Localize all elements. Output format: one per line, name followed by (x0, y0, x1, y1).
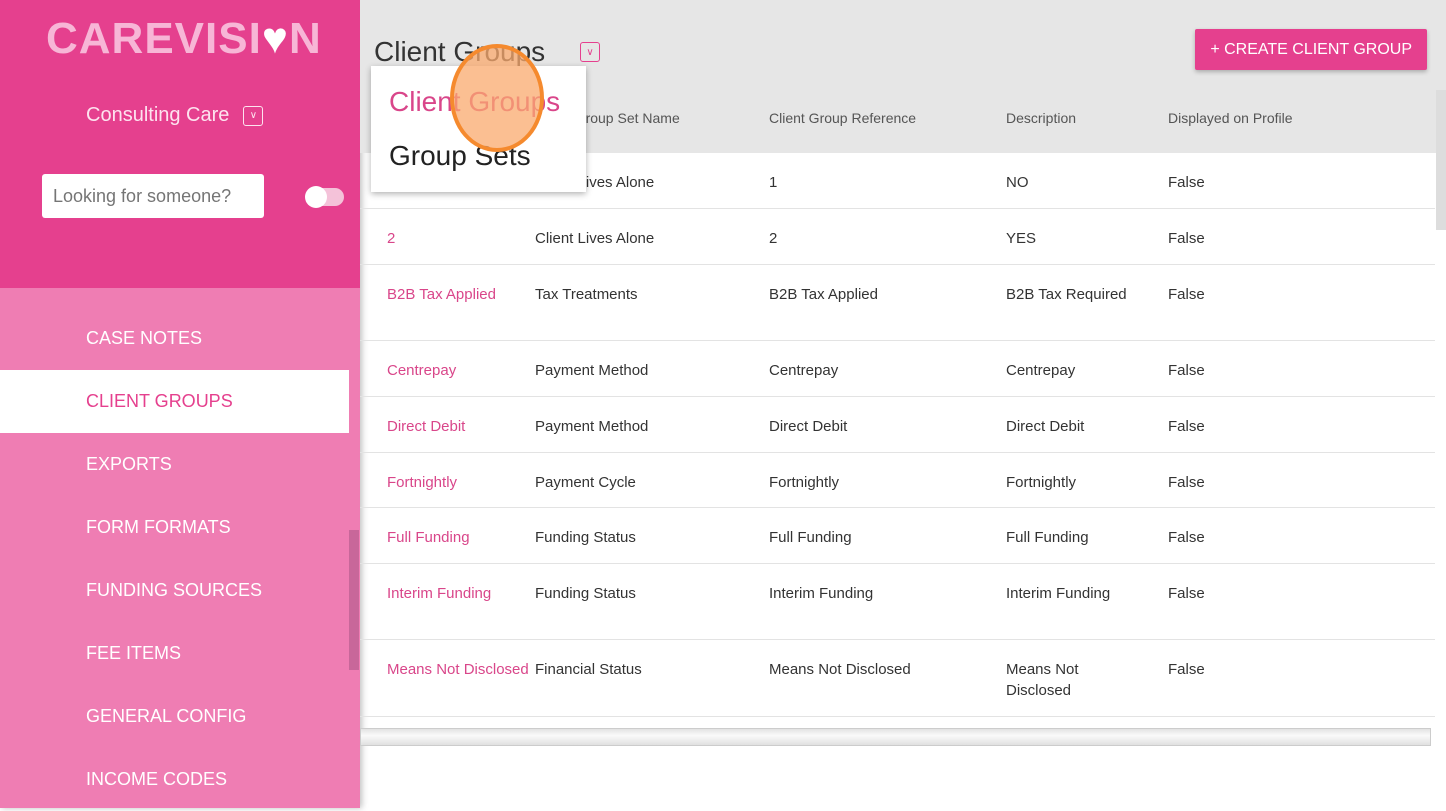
table-cell: YES (1006, 230, 1037, 247)
table-row[interactable]: Means Not Disclosed Financial Status Means… (360, 640, 1435, 717)
sidebar-item-general-config[interactable]: GENERAL CONFIG (0, 685, 349, 748)
vertical-scrollbar[interactable] (1436, 90, 1446, 230)
table-cell: Funding Status (535, 529, 636, 546)
organisation-name: Consulting Care (86, 104, 230, 126)
table-cell: Tax Treatments (535, 286, 638, 303)
column-header[interactable]: Client Group Reference (769, 110, 1006, 126)
column-header[interactable]: Description (1006, 110, 1168, 126)
table-cell: Direct Debit (1006, 418, 1085, 435)
heart-icon: ♥ (261, 14, 289, 63)
sidebar-scrollbar[interactable] (349, 530, 359, 670)
table-body: Client Lives Alone 1 NO False 2 Client Lives … (360, 153, 1446, 717)
table-cell: Direct Debit (769, 418, 848, 435)
table-row[interactable]: Full Funding Funding Status Full Funding Fu… (360, 508, 1435, 564)
table-cell: False (1168, 286, 1205, 303)
column-header[interactable]: Displayed on Profile (1168, 110, 1368, 126)
table-cell: Fortnightly (1006, 474, 1077, 491)
sidebar-item-funding-sources[interactable]: FUNDING SOURCES (0, 559, 349, 622)
table-cell: Client Lives Alone (535, 230, 655, 247)
table-row[interactable]: Interim Funding Funding Status Interim Fun… (360, 564, 1435, 640)
table-cell: False (1168, 174, 1205, 191)
search-input[interactable] (42, 174, 264, 218)
sidebar-nav: CASE NOTES CLIENT GROUPS EXPORTS FORM FO… (0, 288, 360, 811)
group-name-link[interactable]: Fortnightly (360, 472, 535, 507)
table-cell: False (1168, 230, 1205, 247)
group-name-link[interactable]: Means Not Disclosed (360, 659, 535, 716)
table-cell: Centrepay (769, 362, 839, 379)
table-cell: False (1168, 362, 1205, 379)
table-cell: B2B Tax Required (1006, 286, 1127, 303)
table-cell: Funding Status (535, 585, 636, 602)
sidebar-item-client-groups[interactable]: CLIENT GROUPS (0, 370, 349, 433)
group-name-link[interactable]: B2B Tax Applied (360, 284, 535, 340)
click-indicator (450, 44, 544, 152)
table-cell: B2B Tax Applied (769, 286, 878, 303)
table-cell: Interim Funding (769, 585, 874, 602)
table-cell: False (1168, 661, 1205, 678)
table-cell: 1 (769, 174, 778, 191)
table-cell: False (1168, 418, 1205, 435)
table-cell: Payment Cycle (535, 474, 636, 491)
sidebar-item-exports[interactable]: EXPORTS (0, 433, 349, 496)
logo: CAREVISI♥N (46, 14, 322, 63)
toggle-switch[interactable] (305, 186, 344, 208)
table-row[interactable]: Direct Debit Payment Method Direct Debit Di… (360, 397, 1435, 453)
create-client-group-button[interactable]: + CREATE CLIENT GROUP (1195, 29, 1427, 70)
sidebar-item-income-codes[interactable]: INCOME CODES (0, 748, 349, 811)
horizontal-scrollbar[interactable] (360, 728, 1431, 746)
sidebar-item-fee-items[interactable]: FEE ITEMS (0, 622, 349, 685)
table-cell: Interim Funding (1006, 585, 1111, 602)
group-name-link[interactable]: 2 (360, 228, 535, 264)
sidebar-item-form-formats[interactable]: FORM FORMATS (0, 496, 349, 559)
table-cell: Centrepay (1006, 362, 1076, 379)
table-cell: Means Not Disclosed (769, 661, 911, 678)
table-cell: 2 (769, 230, 778, 247)
sidebar-header: CAREVISI♥N Consulting Care ∨ (0, 0, 360, 288)
organisation-selector[interactable]: Consulting Care ∨ (86, 104, 264, 127)
group-name-link[interactable]: Direct Debit (360, 416, 535, 452)
group-name-link[interactable]: Full Funding (360, 527, 535, 563)
chevron-down-icon[interactable]: ∨ (243, 105, 264, 126)
sidebar: CAREVISI♥N Consulting Care ∨ CASE NOTES C… (0, 0, 360, 808)
table-cell: False (1168, 474, 1205, 491)
sidebar-item-case-notes[interactable]: CASE NOTES (0, 307, 349, 370)
table-cell: Full Funding (769, 529, 852, 546)
table-cell: NO (1006, 174, 1029, 191)
table-row[interactable]: B2B Tax Applied Tax Treatments B2B Tax App… (360, 265, 1435, 341)
table-cell: False (1168, 585, 1205, 602)
chevron-down-icon[interactable]: ∨ (580, 42, 600, 62)
group-name-link[interactable]: Centrepay (360, 360, 535, 396)
table-row[interactable]: 2 Client Lives Alone 2 YES False (360, 209, 1435, 265)
table-row[interactable]: Centrepay Payment Method Centrepay Centrepa… (360, 341, 1435, 397)
table-cell: Financial Status (535, 661, 642, 678)
table-cell: Fortnightly (769, 474, 840, 491)
table-cell: Means Not Disclosed (1006, 661, 1079, 699)
table-cell: Payment Method (535, 362, 649, 379)
table-cell: Full Funding (1006, 529, 1089, 546)
group-name-link[interactable]: Interim Funding (360, 583, 535, 639)
table-cell: False (1168, 529, 1205, 546)
table-row[interactable]: Fortnightly Payment Cycle Fortnightly Fortn… (360, 453, 1435, 508)
table-cell: Payment Method (535, 418, 649, 435)
